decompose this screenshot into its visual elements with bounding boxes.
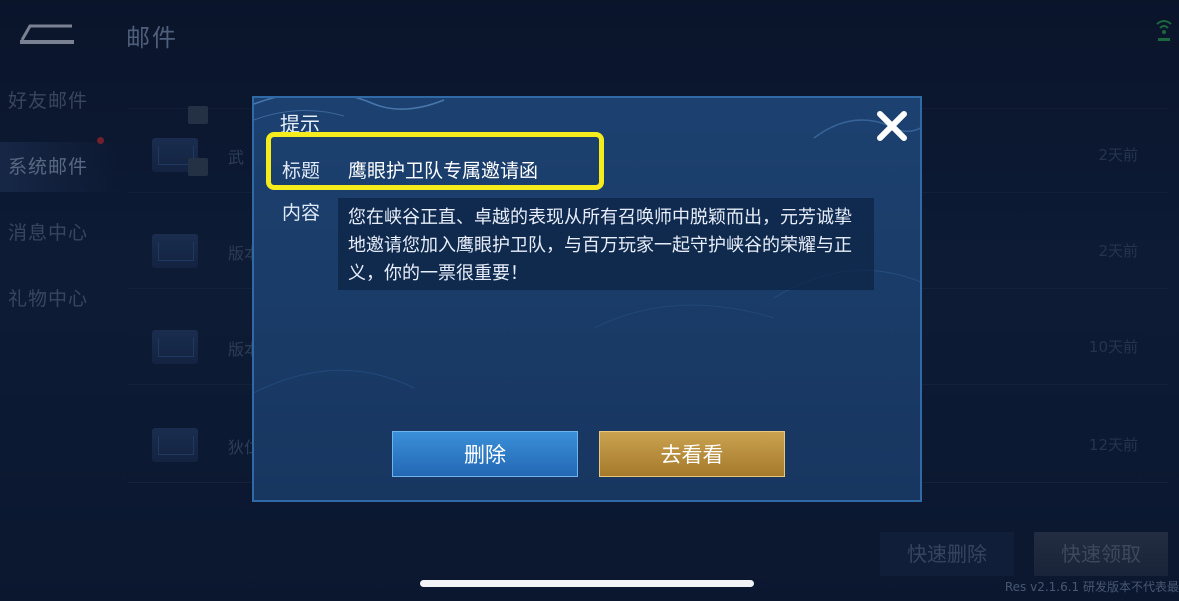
view-button[interactable]: 去看看 — [599, 431, 785, 477]
close-icon — [877, 111, 907, 141]
subject-value: 鹰眼护卫队专属邀请函 — [348, 160, 539, 182]
delete-button[interactable]: 删除 — [392, 431, 578, 477]
home-indicator[interactable] — [420, 580, 754, 587]
invite-dialog: 提示 标题 鹰眼护卫队专属邀请函 内容 您在峡谷正直、卓越的表现从所有召唤师中脱… — [252, 96, 922, 502]
content-text: 您在峡谷正直、卓越的表现从所有召唤师中脱颖而出，元芳诚挚地邀请您加入鹰眼护卫队，… — [338, 198, 874, 290]
subject-label: 标题 — [282, 160, 321, 182]
content-label: 内容 — [282, 202, 321, 224]
close-button[interactable] — [870, 104, 914, 148]
